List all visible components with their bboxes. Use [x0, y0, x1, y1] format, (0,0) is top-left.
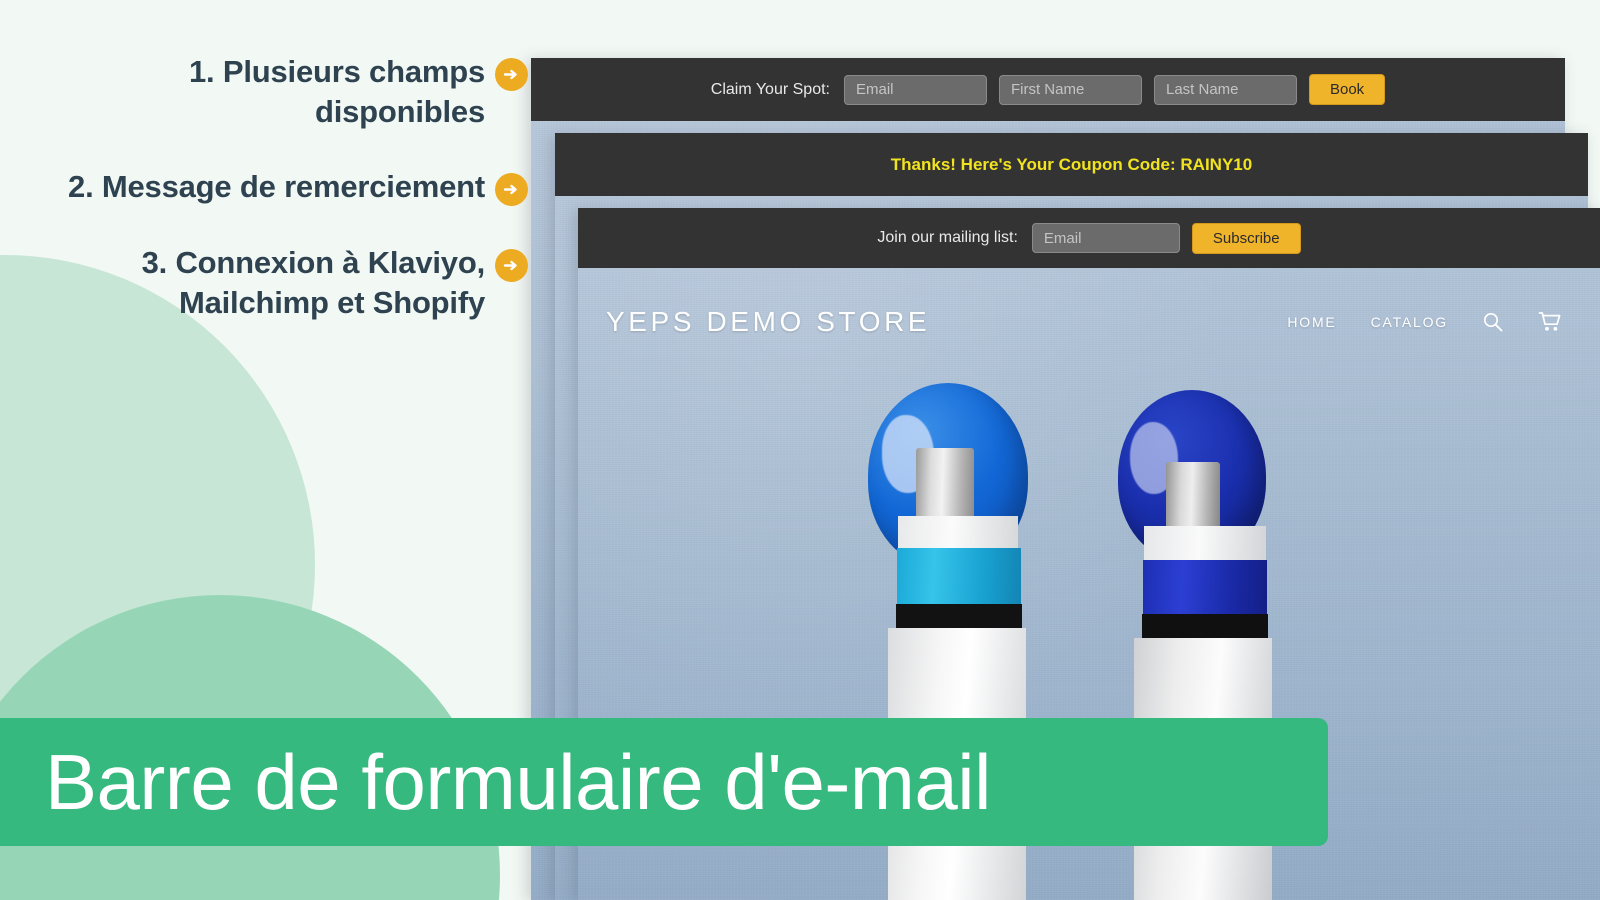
feature-label-2: 2. Message de remerciement: [68, 169, 485, 205]
mailing-bar-label: Join our mailing list:: [877, 229, 1018, 246]
search-icon[interactable]: [1482, 311, 1504, 333]
claim-email-input[interactable]: Email: [843, 74, 987, 105]
coupon-message-bar: Thanks! Here's Your Coupon Code: RAINY10: [555, 133, 1588, 196]
feature-list: 1. Plusieurs champs disponibles 2. Messa…: [0, 52, 528, 358]
mailing-email-input[interactable]: Email: [1031, 223, 1180, 253]
store-header: YEPS DEMO STORE HOME CATALOG: [578, 268, 1600, 376]
claim-your-spot-bar: Claim Your Spot: Email First Name Last N…: [531, 58, 1565, 121]
feature-item-2: 2. Message de remerciement: [0, 167, 528, 207]
arrow-right-circle-icon: [495, 249, 528, 283]
claim-first-name-input[interactable]: First Name: [998, 74, 1142, 105]
store-navigation: HOME CATALOG: [1287, 311, 1562, 333]
claim-bar-label: Claim Your Spot:: [710, 80, 830, 98]
shopping-cart-icon[interactable]: [1538, 311, 1562, 333]
feature-label-3: 3. Connexion à Klaviyo, Mailchimp et Sho…: [141, 245, 486, 320]
claim-last-name-input[interactable]: Last Name: [1153, 74, 1297, 105]
arrow-right-circle-icon: [495, 173, 528, 207]
mailing-list-bar: Join our mailing list: Email Subscribe: [578, 208, 1600, 268]
feature-item-1: 1. Plusieurs champs disponibles: [0, 52, 528, 131]
coupon-message-text: Thanks! Here's Your Coupon Code: RAINY10: [890, 154, 1253, 174]
feature-item-3: 3. Connexion à Klaviyo, Mailchimp et Sho…: [0, 243, 528, 322]
feature-label-1: 1. Plusieurs champs disponibles: [189, 54, 485, 129]
arrow-right-circle-icon: [495, 58, 528, 91]
title-banner: Barre de formulaire d'e-mail: [0, 718, 1328, 846]
nav-link-catalog[interactable]: CATALOG: [1371, 314, 1448, 330]
book-button[interactable]: Book: [1308, 74, 1386, 105]
banner-title: Barre de formulaire d'e-mail: [45, 738, 991, 826]
store-logo[interactable]: YEPS DEMO STORE: [606, 306, 930, 338]
nav-link-home[interactable]: HOME: [1287, 314, 1336, 330]
subscribe-button[interactable]: Subscribe: [1191, 222, 1301, 254]
